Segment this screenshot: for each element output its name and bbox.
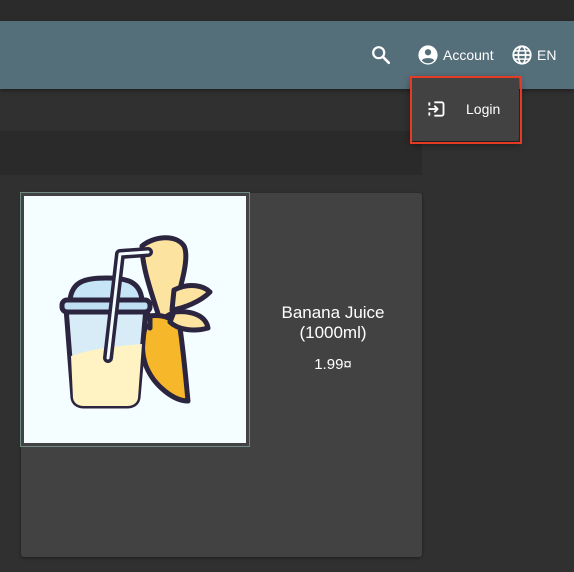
product-name-line1: Banana Juice xyxy=(281,303,385,322)
search-icon xyxy=(372,46,391,65)
account-menu: Login xyxy=(411,77,519,141)
window-top-strip xyxy=(0,0,574,21)
product-card[interactable]: Banana Juice (1000ml) 1.99¤ xyxy=(20,192,422,557)
product-name-line2: (1000ml) xyxy=(299,323,367,342)
globe-icon xyxy=(512,45,532,65)
product-image[interactable] xyxy=(20,192,250,447)
product-price: 1.99¤ xyxy=(314,356,352,373)
search-button[interactable] xyxy=(370,21,392,89)
login-icon xyxy=(428,101,445,117)
product-info: Banana Juice (1000ml) 1.99¤ xyxy=(253,303,413,375)
login-label: Login xyxy=(466,101,501,117)
search-results-bar xyxy=(0,131,422,175)
banana-juice-illustration xyxy=(59,235,213,409)
account-label: Account xyxy=(443,47,494,63)
language-label: EN xyxy=(537,47,557,63)
menu-item-login[interactable]: Login xyxy=(411,77,519,141)
account-circle-icon xyxy=(418,45,438,65)
